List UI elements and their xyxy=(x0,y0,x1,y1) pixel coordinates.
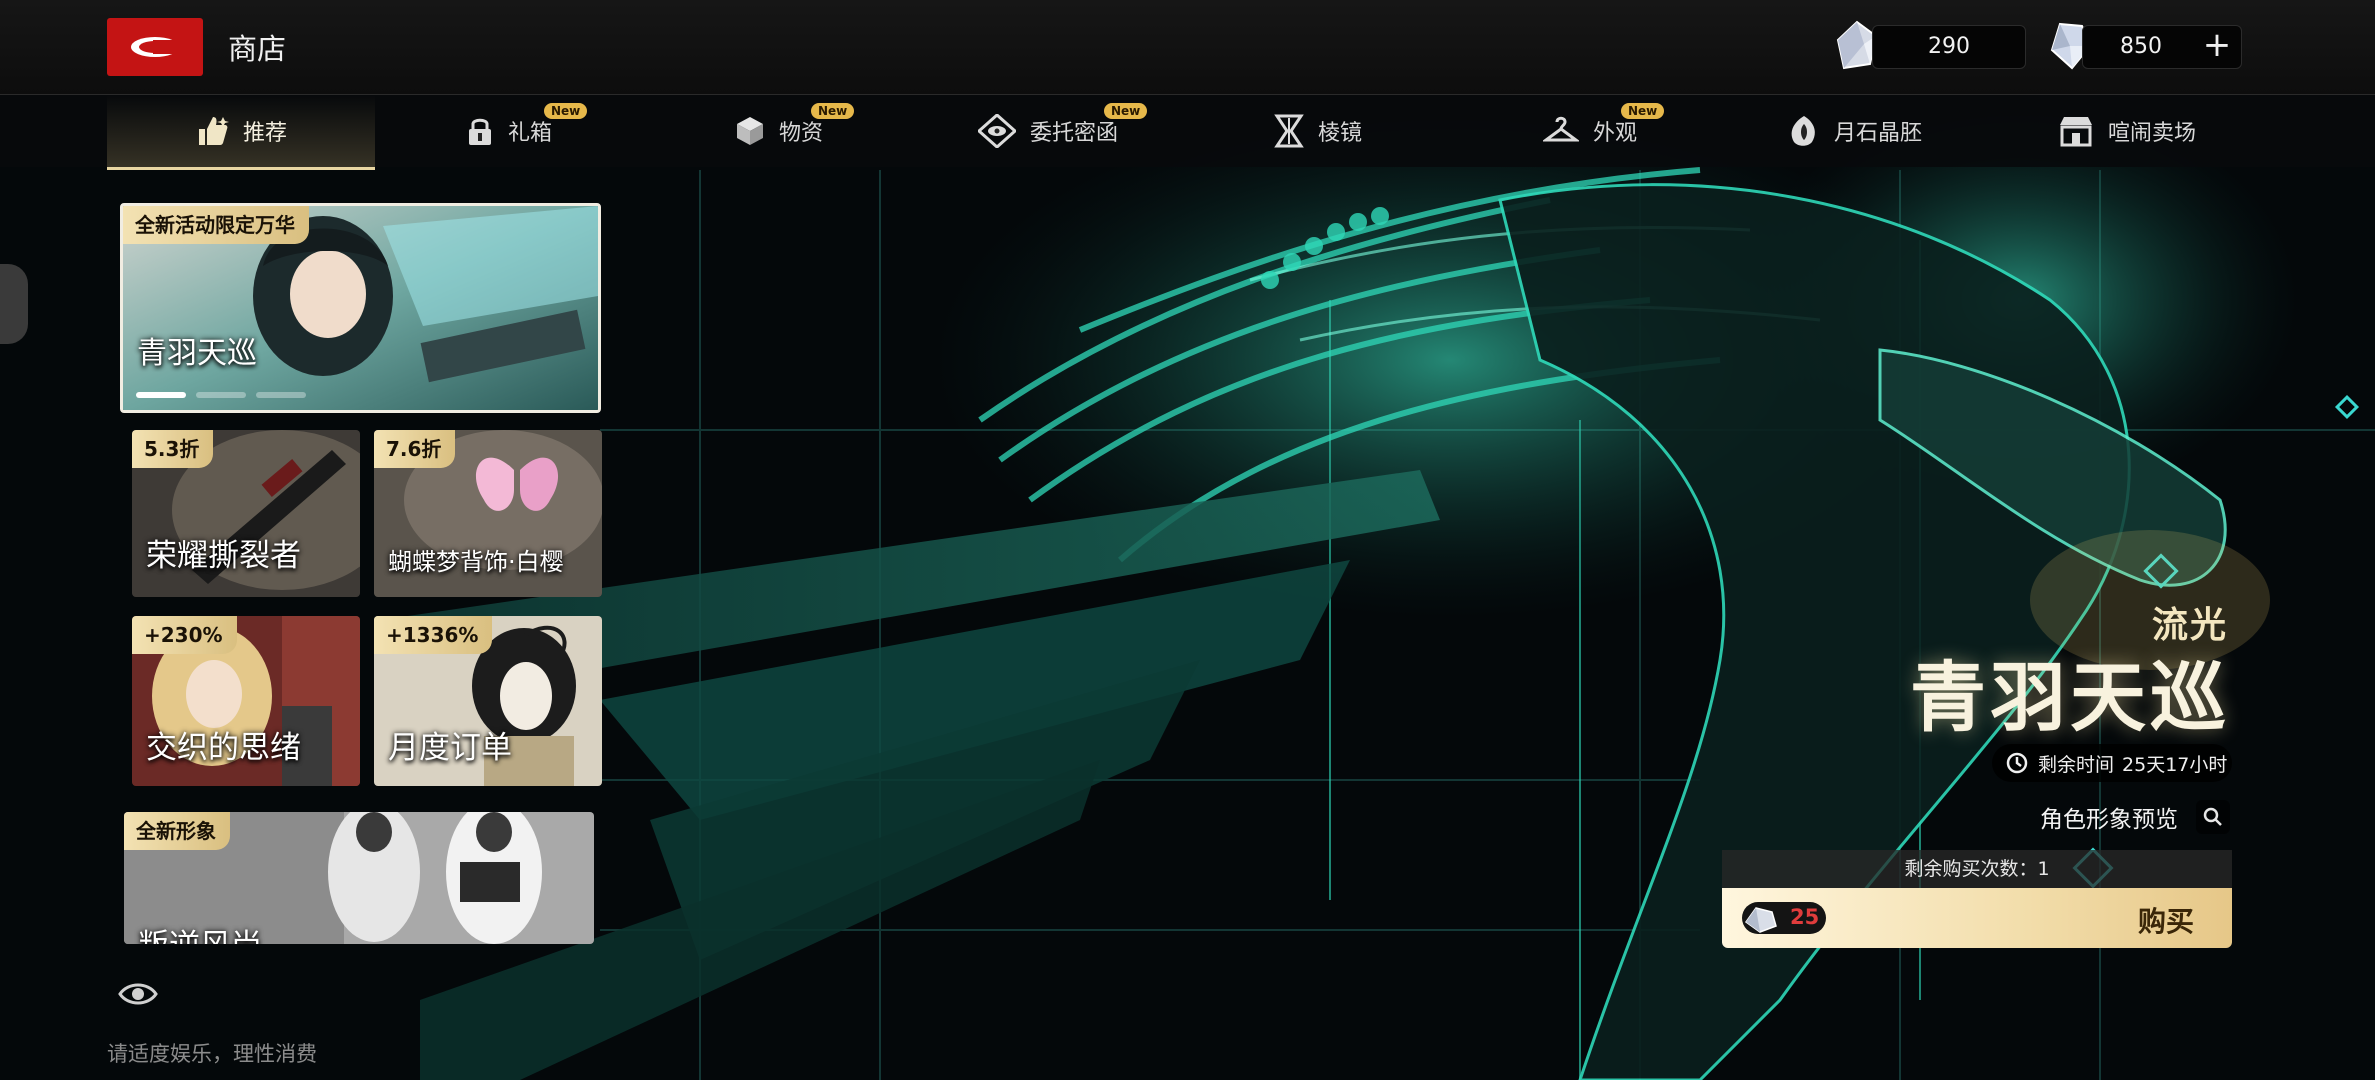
bonus-tag: +1336% xyxy=(374,616,493,654)
discount-tag: 7.6折 xyxy=(374,430,456,468)
card-tag: 全新形象 xyxy=(124,812,230,850)
remaining-time-label: 剩余时间 xyxy=(2038,753,2115,776)
card-title: 月度订单 xyxy=(388,730,512,766)
character-preview-link[interactable]: 角色形象预览 xyxy=(2040,800,2178,834)
card-title: 叛逆风尚 xyxy=(138,920,262,944)
offer-card[interactable]: +1336% 月度订单 xyxy=(374,616,602,786)
prism-icon xyxy=(1274,114,1304,148)
storefront-icon xyxy=(2060,117,2092,147)
remaining-time-badge: 剩余时间 25天17小时 xyxy=(1992,744,2232,782)
tab-commission-letter[interactable]: 委托密函 New xyxy=(978,95,1148,167)
tab-moonstone-embryo[interactable]: 月石晶胚 xyxy=(1788,95,1922,167)
carousel-dot[interactable] xyxy=(196,392,246,398)
price-value: 25 xyxy=(1790,905,1820,929)
thumbs-up-icon xyxy=(198,117,229,145)
carousel-dot[interactable] xyxy=(256,392,306,398)
offer-card[interactable]: 7.6折 蝴蝶梦背饰·白樱 xyxy=(374,430,602,597)
clock-icon xyxy=(2006,752,2028,774)
card-title: 荣耀撕裂者 xyxy=(146,538,301,574)
crystal-price-icon xyxy=(1744,907,1777,933)
tab-supplies[interactable]: 物资 New xyxy=(735,95,855,167)
add-currency-button[interactable]: + xyxy=(2196,27,2238,65)
shop-category-tabs: 推荐 礼箱 New 物资 New 委托密函 New 棱镜 外观 New 月石晶胚… xyxy=(0,95,2375,170)
top-bar: 商店 290 850 + xyxy=(0,0,2375,95)
lock-gift-icon xyxy=(469,118,491,145)
new-badge: New xyxy=(544,103,588,119)
tab-label: 委托密函 xyxy=(1030,121,1119,146)
crystal-amount: 290 xyxy=(1928,34,1970,59)
discount-tag: 5.3折 xyxy=(132,430,214,468)
tab-label: 礼箱 xyxy=(508,121,553,146)
tab-gift-box[interactable]: 礼箱 New xyxy=(466,95,588,167)
promo-title: 青羽天巡 xyxy=(1910,653,2230,742)
diamond-amount: 850 xyxy=(2120,34,2162,59)
new-badge: New xyxy=(1104,103,1148,119)
carousel-indicator xyxy=(136,392,306,398)
eye-diamond-icon xyxy=(978,114,1016,148)
logo-icon xyxy=(131,37,183,57)
tab-label: 喧闹卖场 xyxy=(2108,121,2197,146)
preview-search-button[interactable] xyxy=(2196,800,2230,834)
tab-label: 物资 xyxy=(779,121,824,146)
tab-label: 外观 xyxy=(1593,121,1638,146)
new-badge: New xyxy=(811,103,855,119)
offer-card[interactable]: +230% 交织的思绪 xyxy=(132,616,360,786)
hide-ui-eye-icon[interactable] xyxy=(118,978,158,1010)
bonus-tag: +230% xyxy=(132,616,237,654)
new-appearance-card[interactable]: 全新形象 叛逆风尚 xyxy=(124,812,594,944)
moonstone-icon xyxy=(1791,116,1815,146)
remaining-time-value: 25天17小时 xyxy=(2122,753,2228,776)
crystal-currency-display: 290 xyxy=(1872,25,2026,69)
card-title: 交织的思绪 xyxy=(146,730,301,766)
card-tag: 全新活动限定万华 xyxy=(123,206,309,244)
buy-label: 购买 xyxy=(2137,905,2194,938)
tab-bustling-market[interactable]: 喧闹卖场 xyxy=(2058,95,2196,167)
new-badge: New xyxy=(1621,103,1665,119)
side-drawer-handle[interactable] xyxy=(0,264,28,344)
tab-prism[interactable]: 棱镜 xyxy=(1274,95,1362,167)
back-button[interactable] xyxy=(107,18,203,76)
page-title: 商店 xyxy=(228,32,287,66)
carousel-dot[interactable] xyxy=(136,392,186,398)
tab-recommended[interactable]: 推荐 xyxy=(107,95,375,170)
offer-card[interactable]: 5.3折 荣耀撕裂者 xyxy=(132,430,360,597)
price-pill: 25 xyxy=(1742,902,1826,934)
featured-banner-card[interactable]: 全新活动限定万华 青羽天巡 xyxy=(120,203,601,413)
tab-label: 推荐 xyxy=(242,121,287,146)
tab-label: 月石晶胚 xyxy=(1834,121,1923,146)
card-title: 青羽天巡 xyxy=(137,336,257,371)
remaining-purchases: 剩余购买次数：1 xyxy=(1722,850,2232,888)
magnifier-icon xyxy=(2203,807,2222,826)
cube-icon xyxy=(737,117,763,145)
buy-button[interactable]: 25 购买 xyxy=(1722,888,2232,948)
card-title: 蝴蝶梦背饰·白樱 xyxy=(388,548,564,576)
hanger-icon xyxy=(1543,116,1579,142)
healthy-gaming-notice: 请适度娱乐，理性消费 xyxy=(107,1042,317,1066)
tab-label: 棱镜 xyxy=(1318,121,1363,146)
tab-appearance[interactable]: 外观 New xyxy=(1543,95,1665,167)
